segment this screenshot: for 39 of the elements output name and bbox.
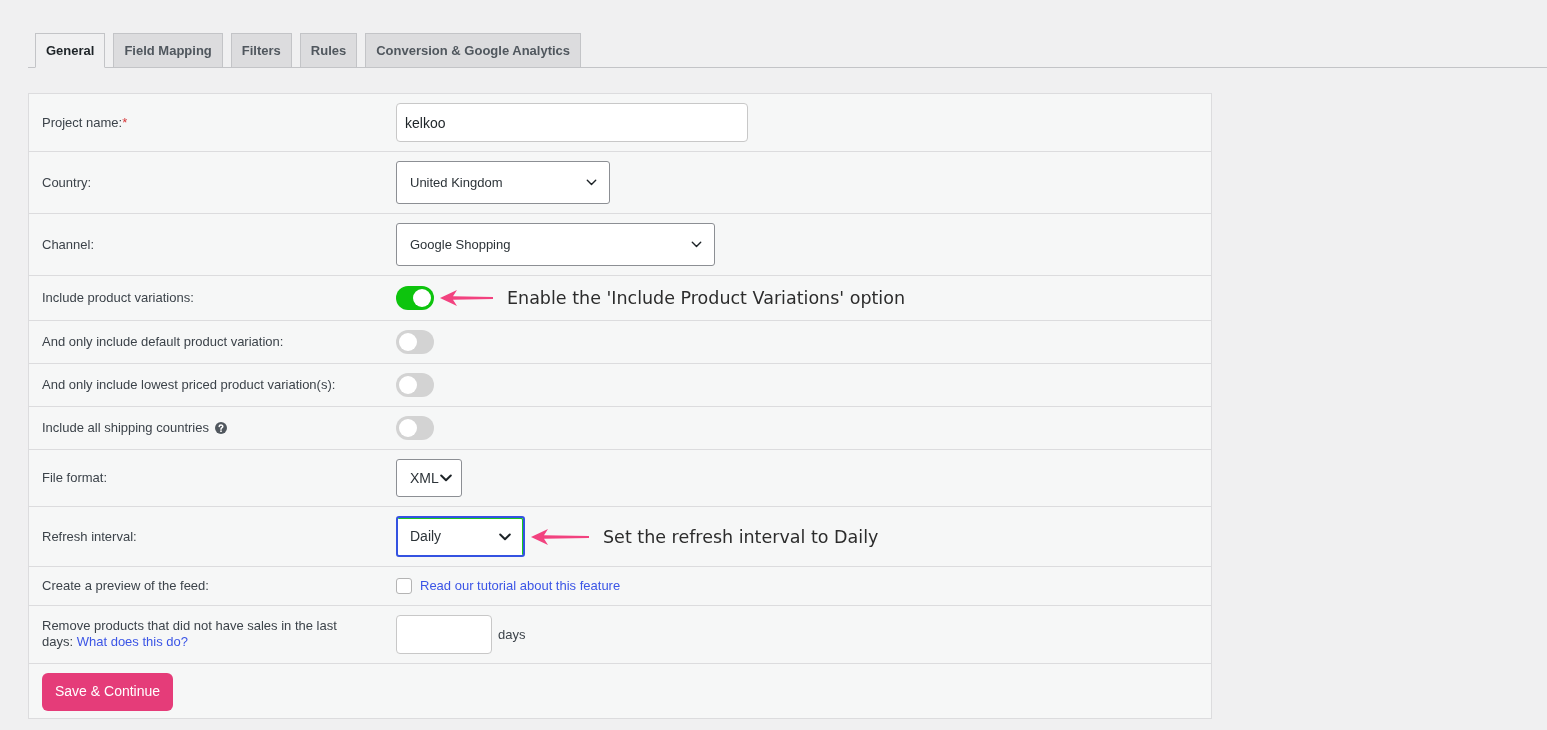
field-label: Refresh interval: [42, 528, 137, 545]
annotation-text: Set the refresh interval to Daily [603, 525, 879, 549]
annotation-arrow [440, 288, 493, 309]
field-label: Country: [42, 174, 92, 191]
tab[interactable]: Filters [230, 33, 292, 68]
dropdown-select[interactable]: XML [396, 459, 462, 498]
field-label: Include all shipping countries [42, 420, 209, 437]
field-label: Create a preview of the feed: [42, 578, 209, 594]
field-label: Channel: [42, 236, 95, 253]
tab[interactable]: General [35, 33, 106, 68]
toggle-switch[interactable] [396, 373, 434, 398]
field-label: Remove products that did not have sales in the last days: What does this do? [42, 618, 338, 651]
toggle-switch[interactable] [396, 286, 434, 311]
checkbox[interactable] [396, 578, 412, 594]
field-label: Include product variations: [42, 290, 194, 307]
chevron-down-icon [499, 532, 511, 541]
tutorial-link[interactable]: Read our tutorial about this feature [420, 576, 621, 596]
chevron-down-icon [691, 241, 702, 248]
dropdown-select[interactable]: Daily [396, 516, 525, 558]
annotation-text: Enable the 'Include Product Variations' option [507, 287, 905, 310]
field-label: And only include lowest priced product variation(s): [42, 377, 336, 394]
tab[interactable]: Field Mapping [113, 33, 223, 68]
chevron-down-icon [440, 474, 452, 483]
chevron-down-icon [586, 179, 597, 186]
field-label: Project name:* [42, 114, 128, 131]
save-button[interactable]: Save & Continue [42, 672, 174, 711]
unit-label: days [498, 625, 526, 644]
tab[interactable]: Rules [299, 33, 358, 68]
toggle-switch[interactable] [396, 416, 434, 441]
help-link[interactable]: What does this do? [76, 634, 188, 650]
number-input[interactable] [396, 614, 492, 654]
dropdown-select[interactable]: Google Shopping [396, 223, 715, 266]
field-label: And only include default product variation: [42, 334, 284, 351]
annotation-arrow [531, 526, 589, 547]
tab[interactable]: Conversion & Google Analytics [365, 33, 582, 68]
dropdown-select[interactable]: United Kingdom [396, 161, 610, 204]
toggle-switch[interactable] [396, 330, 434, 355]
text-input[interactable]: kelkoo [396, 103, 748, 142]
field-label: File format: [42, 470, 107, 487]
